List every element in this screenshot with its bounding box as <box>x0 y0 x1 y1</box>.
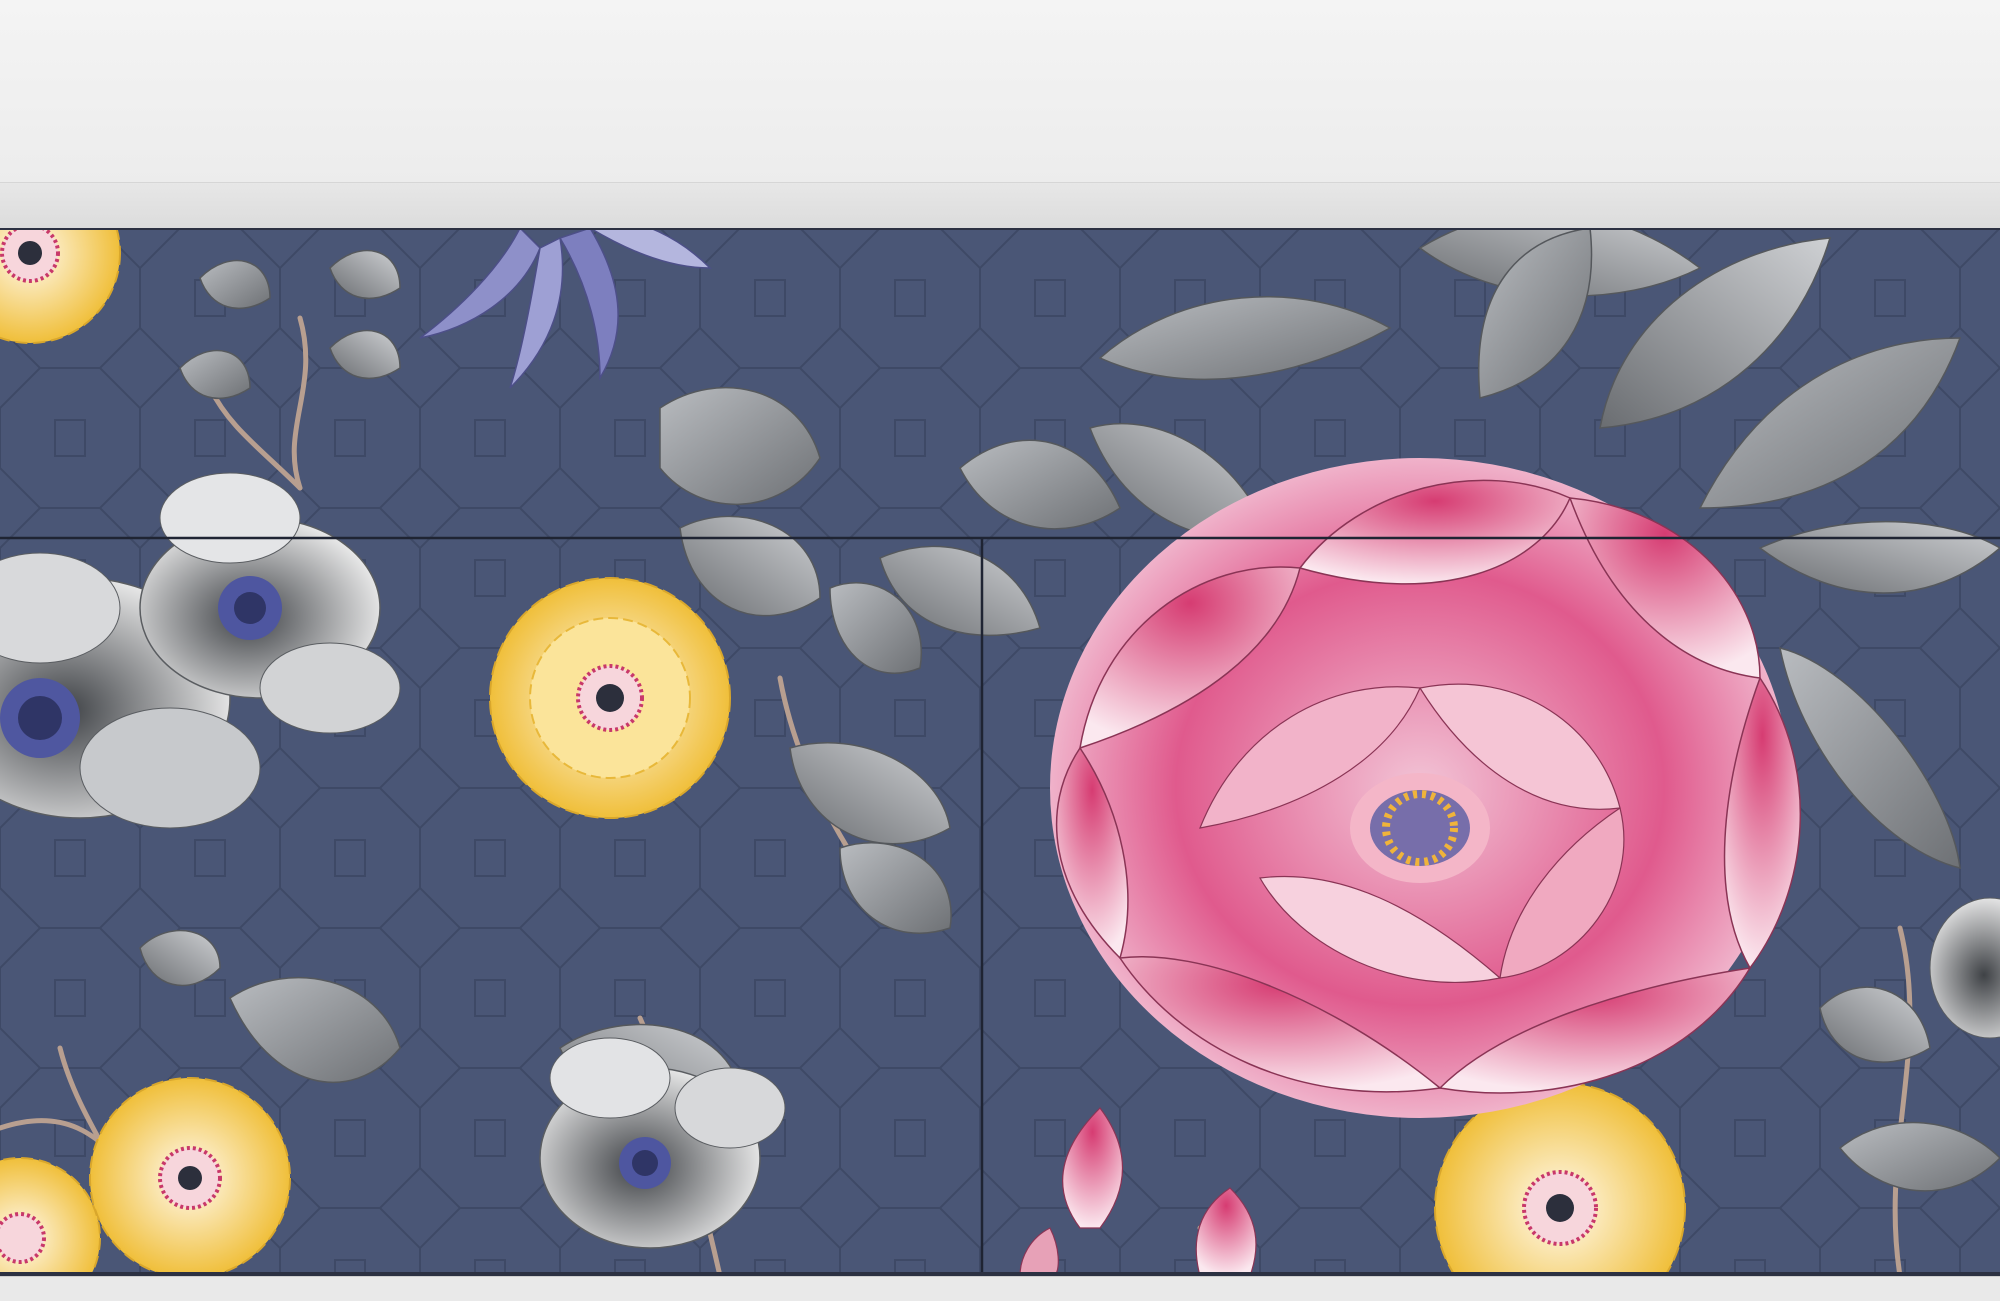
peony-flower <box>1050 458 1802 1118</box>
floral-pattern-artwork <box>0 228 2000 1276</box>
countertop <box>0 182 2000 229</box>
floor-edge <box>0 1276 2000 1301</box>
daisy-flower <box>489 577 731 819</box>
wall-background <box>0 0 2000 190</box>
daisy-flower <box>89 1077 291 1276</box>
floral-cabinet-front <box>0 228 2000 1276</box>
